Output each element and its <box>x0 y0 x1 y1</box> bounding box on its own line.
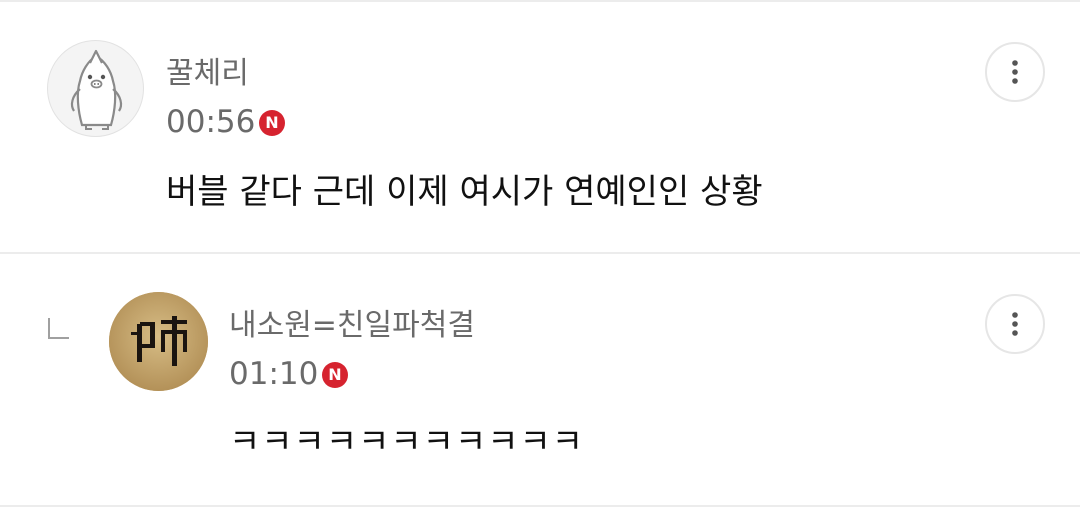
comment-time: 00:56 <box>166 104 256 140</box>
new-badge: N <box>322 362 348 388</box>
comment-author[interactable]: 내소원=친일파척결 <box>229 308 475 344</box>
avatar[interactable] <box>47 40 144 137</box>
comment-text: ㅋㅋㅋㅋㅋㅋㅋㅋㅋㅋㅋ <box>229 422 585 462</box>
avatar[interactable] <box>109 292 208 391</box>
top-divider <box>0 0 1080 2</box>
comment-author[interactable]: 꿀체리 <box>166 56 249 92</box>
comment-text: 버블 같다 근데 이제 여시가 연예인인 상황 <box>166 172 763 212</box>
penguin-icon <box>70 49 123 130</box>
more-vertical-icon <box>1012 60 1018 84</box>
comment-time: 01:10 <box>229 356 319 392</box>
more-vertical-icon <box>1012 312 1018 336</box>
reply-indent-icon <box>48 318 69 339</box>
comment-divider <box>0 252 1080 254</box>
bottom-divider <box>0 505 1080 507</box>
new-badge: N <box>259 110 285 136</box>
more-options-button[interactable] <box>985 42 1045 102</box>
more-options-button[interactable] <box>985 294 1045 354</box>
calligraphy-avatar-icon <box>109 292 208 391</box>
